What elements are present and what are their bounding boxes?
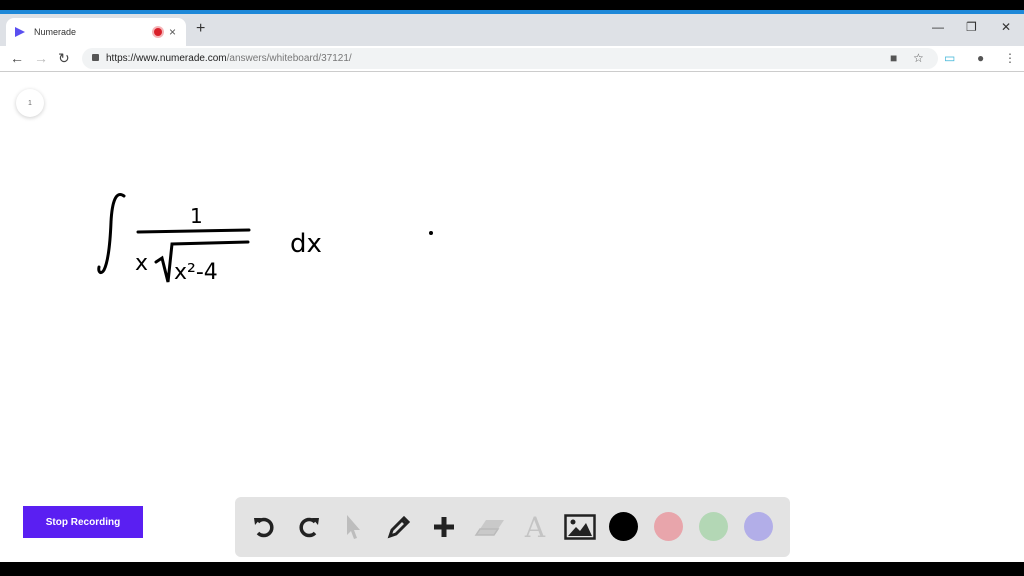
address-bar-row: ← → ↻ https://www.numerade.com/answers/w… [0, 46, 1024, 72]
profile-icon[interactable]: ● [977, 51, 984, 65]
drawing-toolbar: A [235, 497, 790, 557]
redo-icon[interactable] [293, 511, 325, 543]
forward-icon[interactable]: → [34, 50, 48, 66]
image-icon[interactable] [564, 511, 596, 543]
color-purple-swatch[interactable] [744, 512, 773, 541]
back-icon[interactable]: ← [10, 50, 24, 66]
os-bottom-bar [0, 562, 1024, 576]
os-top-bar [0, 0, 1024, 14]
color-green-swatch[interactable] [699, 512, 728, 541]
menu-icon[interactable]: ⋮ [1004, 51, 1016, 65]
tab-strip: Numerade × + — ❐ ✕ [0, 14, 1024, 46]
eraser-icon[interactable] [474, 511, 506, 543]
differential: dx [290, 229, 322, 259]
stop-recording-button[interactable]: Stop Recording [23, 506, 143, 538]
radicand: x²-4 [174, 260, 218, 285]
color-black-swatch[interactable] [609, 512, 638, 541]
url-path: /answers/whiteboard/37121/ [226, 53, 352, 64]
browser-tab[interactable]: Numerade × [6, 18, 186, 46]
color-pink-swatch[interactable] [654, 512, 683, 541]
denominator-x: x [135, 251, 148, 276]
recording-indicator-icon [154, 28, 162, 36]
close-window-icon[interactable]: ✕ [1001, 20, 1011, 34]
undo-icon[interactable] [248, 511, 280, 543]
whiteboard-canvas[interactable]: 1 1 x x²-4 dx Stop Recording A [0, 72, 1024, 562]
restore-icon[interactable]: ❐ [966, 20, 977, 34]
text-icon[interactable]: A [519, 511, 551, 544]
fraction-bar [136, 228, 251, 234]
handwritten-expression: 1 x x²-4 dx [97, 193, 433, 285]
numerator: 1 [190, 204, 203, 228]
url-field[interactable]: https://www.numerade.com/answers/whitebo… [82, 48, 938, 69]
tab-title: Numerade [34, 27, 77, 37]
add-icon[interactable] [428, 511, 460, 543]
pencil-icon[interactable] [383, 511, 415, 543]
bookmark-star-icon[interactable]: ☆ [913, 51, 924, 65]
close-tab-icon[interactable]: × [169, 25, 176, 39]
lock-icon [92, 54, 99, 61]
pointer-icon[interactable] [337, 511, 369, 543]
new-tab-button[interactable]: + [196, 20, 205, 38]
url-host: https://www.numerade.com [106, 53, 227, 64]
minimize-icon[interactable]: — [932, 20, 944, 34]
camera-icon[interactable]: ■ [890, 51, 897, 65]
numerade-logo-icon [15, 27, 25, 37]
reload-icon[interactable]: ↻ [58, 50, 70, 67]
cast-icon[interactable]: ▭ [944, 51, 955, 65]
integral-sign [97, 193, 126, 275]
ink-dot [429, 231, 433, 235]
